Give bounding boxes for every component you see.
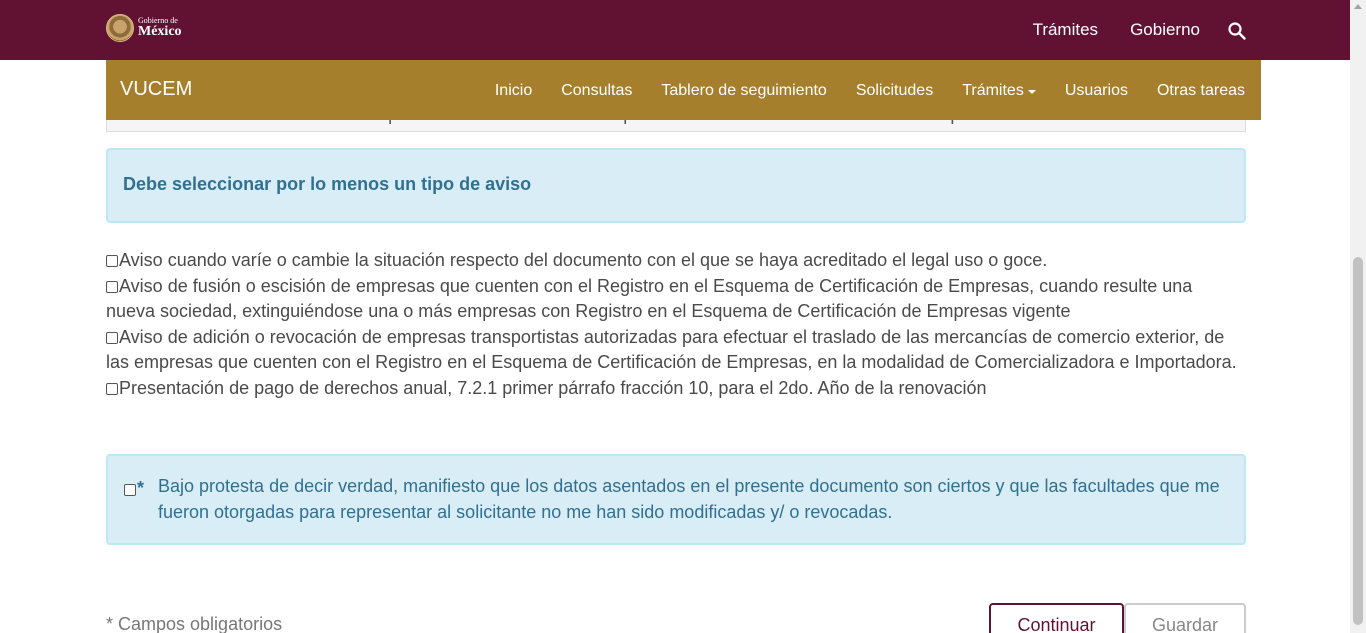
nav-usuarios[interactable]: Usuarios [1065,82,1128,100]
nav-tramites-dropdown[interactable]: Trámites [962,82,1036,100]
aviso-options-list: Aviso cuando varíe o cambie la situación… [106,248,1246,401]
nav-solicitudes[interactable]: Solicitudes [856,82,933,100]
save-button[interactable]: Guardar [1124,603,1246,633]
gov-nav-tramites[interactable]: Trámites [1033,20,1099,40]
aviso-option-2[interactable]: Aviso de fusión o escisión de empresas q… [106,274,1246,325]
aviso-checkbox[interactable] [106,255,118,267]
aviso-option-4[interactable]: Presentación de pago de derechos anual, … [106,376,1246,402]
scrollbar-thumb[interactable] [1353,257,1363,625]
required-mark: * [137,478,145,498]
aviso-checkbox[interactable] [106,331,118,344]
alert-message: Debe seleccionar por lo menos un tipo de… [123,174,532,194]
vucem-navbar: VUCEM Inicio Consultas Tablero de seguim… [106,60,1261,120]
search-icon[interactable] [1228,22,1246,40]
logo-big-text: México [138,24,182,39]
caret-down-icon [1027,90,1036,94]
gobierno-de-mexico-logo[interactable]: Gobierno de México [106,14,182,42]
aviso-option-1[interactable]: Aviso cuando varíe o cambie la situación… [106,248,1246,274]
declaration-text: Bajo protesta de decir verdad, manifiest… [158,476,1220,522]
nav-tramites-label: Trámites [962,82,1024,99]
aviso-checkbox[interactable] [106,280,118,293]
validation-alert: Debe seleccionar por lo menos un tipo de… [106,148,1246,223]
aviso-option-label: Aviso de adición o revocación de empresa… [106,326,1237,373]
aviso-option-label: Presentación de pago de derechos anual, … [119,377,987,398]
aviso-option-label: Aviso cuando varíe o cambie la situación… [119,250,1048,270]
gov-header: Gobierno de México Trámites Gobierno [0,0,1350,60]
aviso-option-3[interactable]: Aviso de adición o revocación de empresa… [106,325,1246,376]
scroll-up-arrow-icon[interactable] [1354,4,1362,9]
national-seal-icon [106,14,134,42]
nav-tablero[interactable]: Tablero de seguimiento [661,82,826,100]
aviso-option-label: Aviso de fusión o escisión de empresas q… [106,275,1193,322]
vucem-brand[interactable]: VUCEM [120,78,192,101]
required-fields-note: * Campos obligatorios [106,614,283,633]
declaration-box: * Bajo protesta de decir verdad, manifie… [106,454,1246,545]
declaration-checkbox[interactable] [124,484,136,496]
gov-nav-gobierno[interactable]: Gobierno [1130,20,1200,40]
continue-button[interactable]: Continuar [989,603,1124,633]
nav-inicio[interactable]: Inicio [495,82,532,100]
nav-consultas[interactable]: Consultas [561,82,632,100]
aviso-checkbox[interactable] [106,382,118,395]
nav-otras-tareas[interactable]: Otras tareas [1157,82,1245,100]
gov-nav: Trámites Gobierno [1033,0,1200,60]
vucem-nav: Inicio Consultas Tablero de seguimiento … [495,60,1245,122]
